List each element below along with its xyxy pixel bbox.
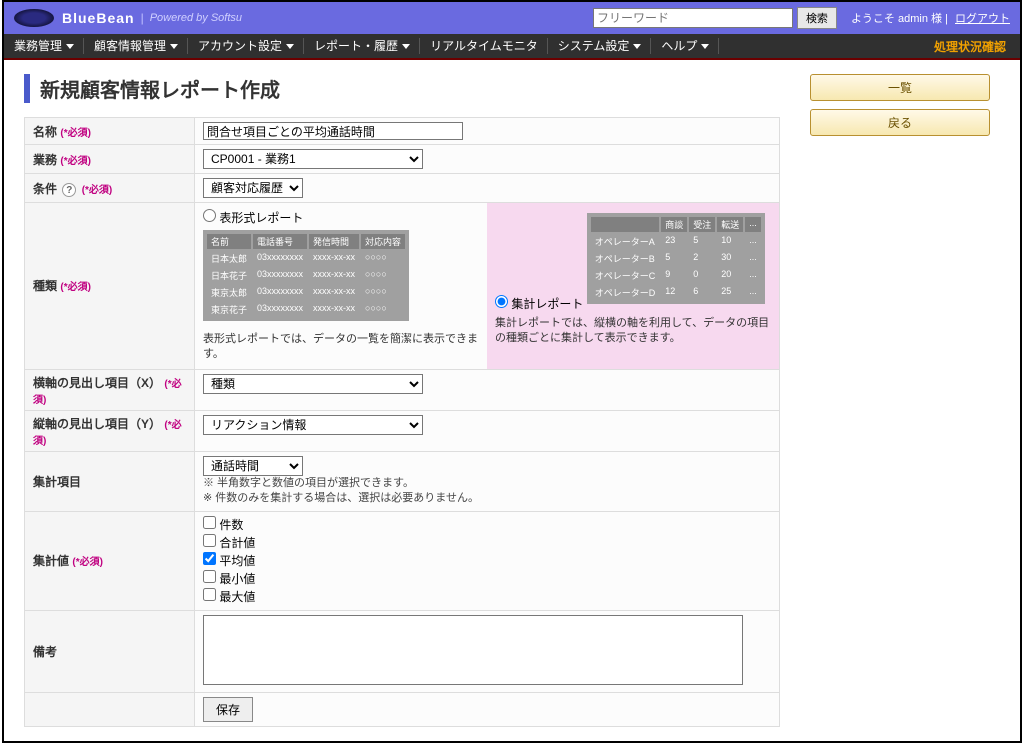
- back-button[interactable]: 戻る: [810, 109, 990, 136]
- menu-business[interactable]: 業務管理: [4, 33, 84, 59]
- menu-customer-info[interactable]: 顧客情報管理: [84, 33, 188, 59]
- type-option-summary[interactable]: 集計レポート 商談受注転送... オペレーターA23510... オペレーターB…: [487, 203, 779, 369]
- chevron-down-icon: [66, 44, 74, 49]
- xaxis-select[interactable]: 種類: [203, 374, 423, 394]
- type-label: 種類: [33, 279, 57, 293]
- brand-name: BlueBean: [62, 10, 135, 26]
- search-button[interactable]: 検索: [797, 7, 837, 29]
- remark-textarea[interactable]: [203, 615, 743, 685]
- condition-select[interactable]: 顧客対応履歴: [203, 178, 303, 198]
- business-label: 業務: [33, 153, 57, 167]
- agg-item-select[interactable]: 通話時間: [203, 456, 303, 476]
- help-icon[interactable]: ?: [62, 183, 76, 197]
- name-label: 名称: [33, 125, 57, 139]
- menu-account[interactable]: アカウント設定: [188, 33, 304, 59]
- logout-link[interactable]: ログアウト: [955, 13, 1010, 25]
- agg-item-note: ※ 半角数字と数値の項目が選択できます。※ 件数のみを集計する場合は、選択は必要…: [203, 476, 771, 507]
- business-select[interactable]: CP0001 - 業務1: [203, 149, 423, 169]
- chk-max[interactable]: [203, 588, 216, 601]
- chevron-down-icon: [701, 44, 709, 49]
- status-link[interactable]: 処理状況確認: [920, 38, 1020, 55]
- menu-system[interactable]: システム設定: [548, 33, 652, 59]
- sample-table-icon: 名前電話番号発信時間対応内容 日本太郎03xxxxxxxxxxxx-xx-xx○…: [203, 230, 409, 321]
- page-title: 新規顧客情報レポート作成: [24, 74, 780, 103]
- chevron-down-icon: [633, 44, 641, 49]
- chk-avg[interactable]: [203, 552, 216, 565]
- type-radio-table[interactable]: [203, 209, 216, 222]
- chk-min[interactable]: [203, 570, 216, 583]
- remark-label: 備考: [33, 645, 57, 659]
- chk-sum[interactable]: [203, 534, 216, 547]
- type-radio-summary[interactable]: [495, 295, 508, 308]
- type-option-table[interactable]: 表形式レポート 名前電話番号発信時間対応内容 日本太郎03xxxxxxxxxxx…: [195, 203, 487, 369]
- chevron-down-icon: [170, 44, 178, 49]
- menu-report[interactable]: レポート・履歴: [304, 33, 420, 59]
- menu-help[interactable]: ヘルプ: [651, 33, 719, 59]
- welcome-text: ようこそ admin 様 | ログアウト: [851, 10, 1010, 26]
- yaxis-label: 縦軸の見出し項目（Y）: [33, 417, 161, 431]
- agg-item-label: 集計項目: [33, 475, 81, 489]
- name-input[interactable]: [203, 122, 463, 140]
- logo-icon: [14, 9, 54, 27]
- list-button[interactable]: 一覧: [810, 74, 990, 101]
- menu-realtime[interactable]: リアルタイムモニタ: [420, 33, 548, 59]
- sample-summary-icon: 商談受注転送... オペレーターA23510... オペレーターB5230...…: [587, 213, 765, 304]
- chk-count[interactable]: [203, 516, 216, 529]
- yaxis-select[interactable]: リアクション情報: [203, 415, 423, 435]
- main-menu: 業務管理 顧客情報管理 アカウント設定 レポート・履歴 リアルタイムモニタ シス…: [4, 34, 1020, 60]
- chevron-down-icon: [402, 44, 410, 49]
- chevron-down-icon: [286, 44, 294, 49]
- agg-value-label: 集計値: [33, 554, 69, 568]
- search-input[interactable]: [593, 8, 793, 28]
- save-button[interactable]: 保存: [203, 697, 253, 722]
- powered-by: Powered by Softsu: [150, 12, 242, 24]
- xaxis-label: 横軸の見出し項目（X）: [33, 376, 161, 390]
- condition-label: 条件: [33, 182, 57, 196]
